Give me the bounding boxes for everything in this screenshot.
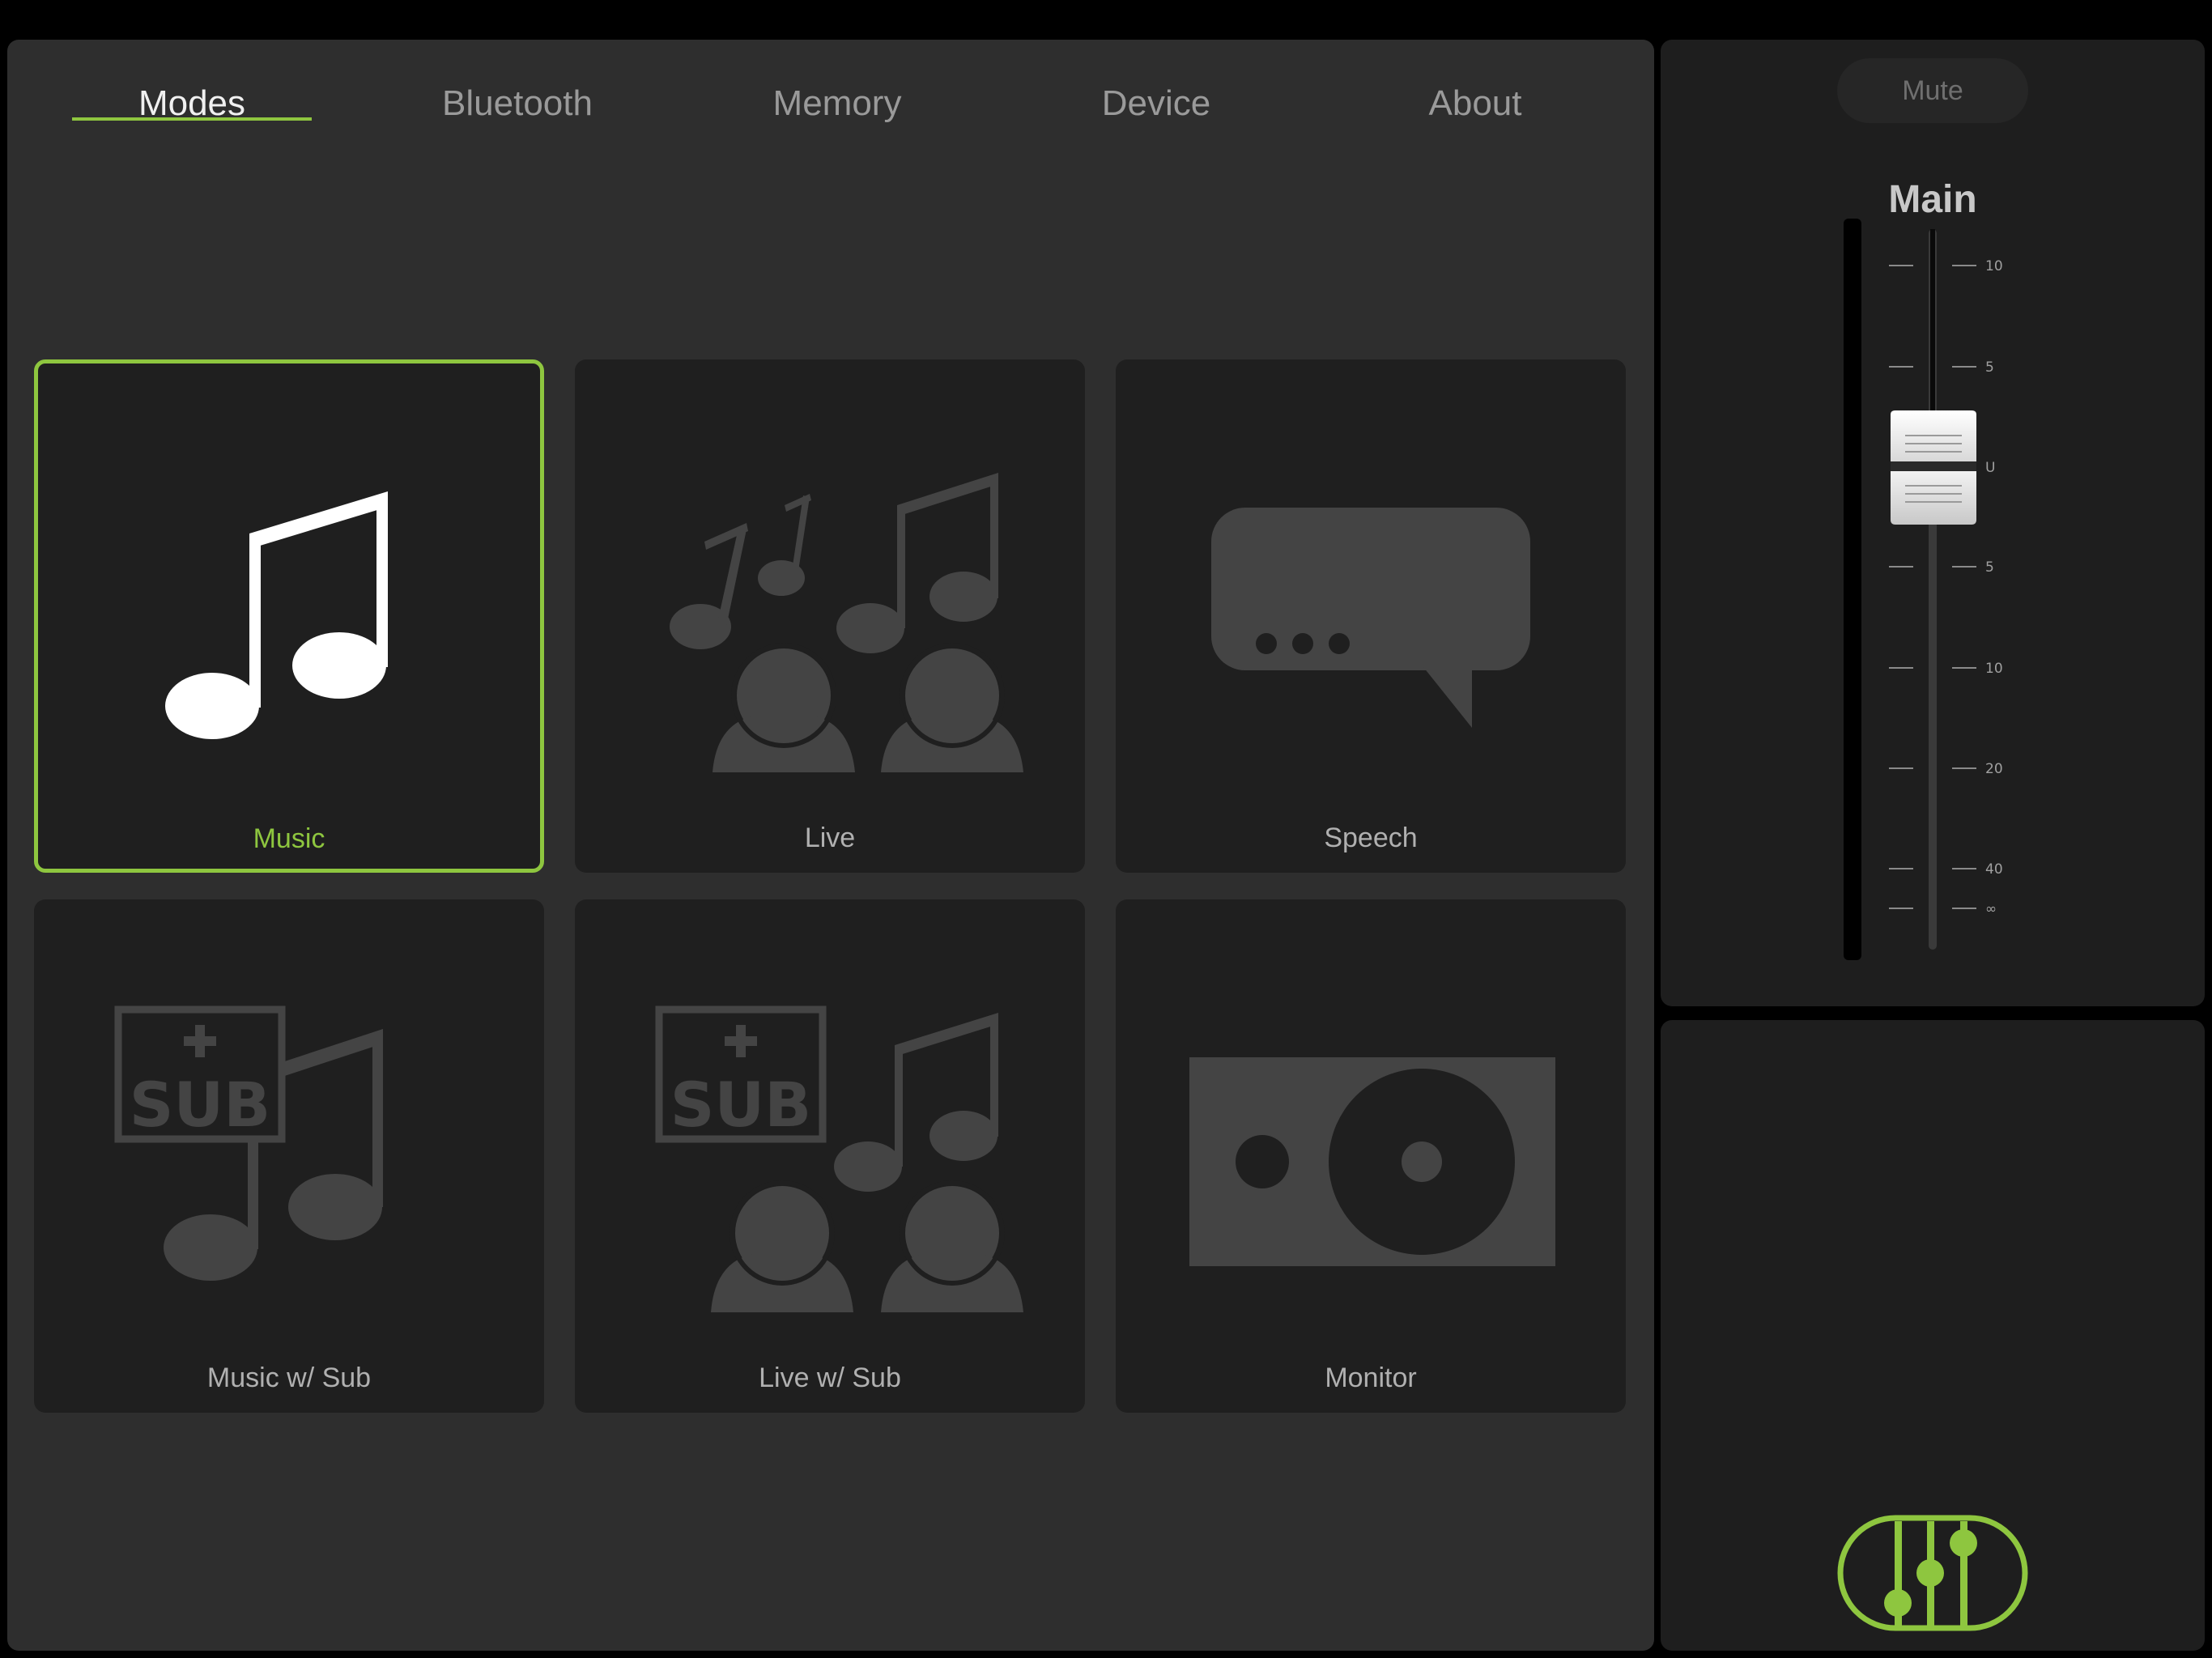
mixer-logo-icon[interactable] [1837,1515,2028,1631]
mode-tile-monitor[interactable]: Monitor [1116,899,1626,1413]
level-meter [1844,219,1861,960]
tab-bar: Modes Bluetooth Memory Device About [7,40,1654,169]
tab-about[interactable]: About [1346,75,1605,132]
channel-strip: Mute Main 10 5 U 5 10 20 40 ∞ [1661,40,2205,1006]
scale-label: 40 [1985,861,2003,878]
mode-tile-label: Live [804,823,856,853]
scale-label: 10 [1985,258,2003,274]
mode-tile-live[interactable]: Live [575,359,1085,873]
live-audience-icon [670,473,1023,772]
scale-label: ∞ [1985,901,1997,917]
active-tab-indicator [72,117,312,121]
mode-tile-music[interactable]: Music [34,359,544,873]
mode-tile-label: Speech [1324,823,1418,853]
mode-tile-label: Monitor [1325,1363,1417,1393]
monitor-speaker-icon [1189,1057,1555,1266]
scale-label: 10 [1985,661,2003,677]
scale-label: 5 [1985,559,1994,576]
mode-tile-music-sub[interactable]: SUB Music w/ Sub [34,899,544,1413]
speech-bubble-icon [1211,508,1530,728]
tab-modes[interactable]: Modes [72,75,312,132]
main-panel: Modes Bluetooth Memory Device About Musi… [7,40,1654,1651]
live-sub-icon: SUB [655,1005,1023,1312]
svg-text:SUB: SUB [130,1069,270,1141]
tab-device[interactable]: Device [1027,75,1286,132]
mode-tile-label: Music w/ Sub [206,1363,372,1393]
mode-tile-label: Music [253,823,325,854]
mode-tile-live-sub[interactable]: SUB Live w/ Sub [575,899,1085,1413]
music-sub-icon: SUB [114,1005,383,1281]
mode-tile-speech[interactable]: Speech [1116,359,1626,873]
tab-bluetooth[interactable]: Bluetooth [388,75,647,132]
music-note-icon [165,491,388,739]
fader-handle[interactable] [1889,410,1978,525]
scale-label: 20 [1985,761,2003,777]
mode-tile-label: Live w/ Sub [759,1363,901,1393]
tab-memory[interactable]: Memory [708,75,967,132]
svg-text:SUB: SUB [670,1069,811,1141]
scale-label: 5 [1985,359,1994,376]
mixer-panel [1661,1020,2205,1651]
scale-label: U [1985,460,1995,476]
